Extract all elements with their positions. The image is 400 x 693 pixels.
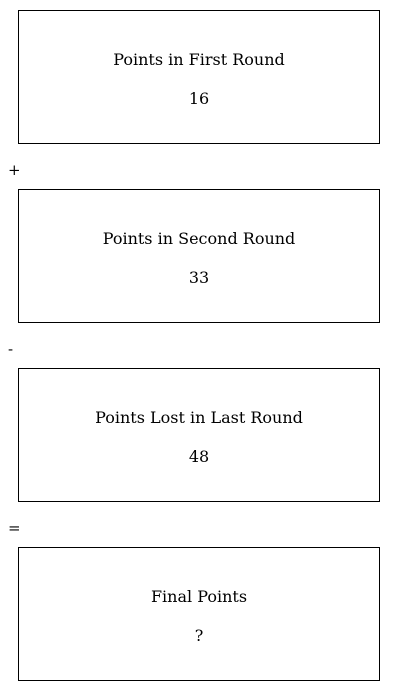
equals-operator: = bbox=[8, 519, 21, 537]
points-lost-label: Points Lost in Last Round bbox=[95, 408, 303, 427]
second-round-value: 33 bbox=[188, 268, 210, 287]
final-points-value: ? bbox=[194, 626, 204, 645]
points-lost-box: Points Lost in Last Round 48 bbox=[18, 368, 380, 502]
first-round-label: Points in First Round bbox=[113, 50, 285, 69]
final-points-label: Final Points bbox=[150, 587, 248, 606]
second-round-label: Points in Second Round bbox=[102, 229, 296, 248]
first-round-value: 16 bbox=[188, 89, 210, 108]
minus-operator: - bbox=[8, 340, 14, 358]
final-points-box: Final Points ? bbox=[18, 547, 380, 681]
plus-operator: + bbox=[8, 161, 21, 179]
first-round-box: Points in First Round 16 bbox=[18, 10, 380, 144]
points-lost-value: 48 bbox=[188, 447, 210, 466]
second-round-box: Points in Second Round 33 bbox=[18, 189, 380, 323]
